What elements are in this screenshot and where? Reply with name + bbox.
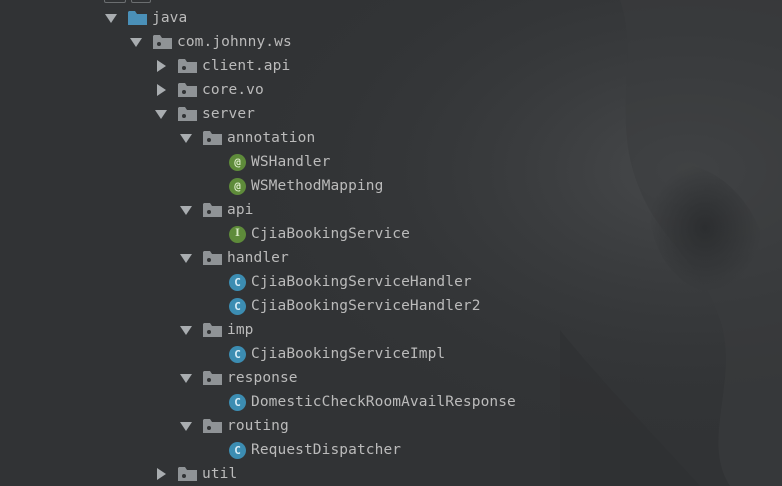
source-folder-icon (128, 11, 147, 25)
tree-node-routing[interactable]: routing (179, 414, 289, 438)
tree-node-label: WSMethodMapping (251, 178, 384, 194)
expand-arrow-icon[interactable] (179, 126, 193, 150)
annotation-icon: @ (229, 153, 246, 171)
expand-arrow-icon[interactable] (104, 6, 118, 30)
tree-node-label: com.johnny.ws (177, 34, 292, 50)
package-icon (178, 107, 197, 121)
tree-node-cjia-booking-service[interactable]: I CjiaBookingService (229, 222, 410, 246)
package-icon (203, 371, 222, 385)
interface-icon: I (229, 225, 246, 243)
tree-node-label: util (202, 466, 238, 482)
collapse-arrow-icon[interactable] (154, 462, 168, 486)
package-icon (203, 251, 222, 265)
tree-node-imp[interactable]: imp (179, 318, 254, 342)
tree-node-request-dispatcher[interactable]: C RequestDispatcher (229, 438, 401, 462)
annotation-icon: @ (229, 177, 246, 195)
tree-node-core-vo[interactable]: core.vo (154, 78, 264, 102)
tree-node-handler[interactable]: handler (179, 246, 289, 270)
class-icon: C (229, 393, 246, 411)
package-icon (153, 35, 172, 49)
tree-node-label: routing (227, 418, 289, 434)
tree-node-label: java (152, 10, 188, 26)
tree-stub-right (131, 0, 151, 3)
expand-arrow-icon[interactable] (179, 318, 193, 342)
tree-node-label: WSHandler (251, 154, 331, 170)
package-icon (178, 467, 197, 481)
tree-node-label: api (227, 202, 254, 218)
tree-node-label: CjiaBookingServiceImpl (251, 346, 446, 362)
tree-node-util[interactable]: util (154, 462, 237, 486)
expand-arrow-icon[interactable] (179, 246, 193, 270)
tree-node-label: server (202, 106, 255, 122)
project-tree: java com.johnny.ws client.api core.vo se… (0, 0, 782, 486)
tree-node-label: handler (227, 250, 289, 266)
class-icon: C (229, 297, 246, 315)
tree-node-label: annotation (227, 130, 316, 146)
tree-node-package-root[interactable]: com.johnny.ws (129, 30, 292, 54)
package-icon (178, 59, 197, 73)
collapse-arrow-icon[interactable] (154, 78, 168, 102)
package-icon (203, 419, 222, 433)
tree-node-label: client.api (202, 58, 291, 74)
collapse-arrow-icon[interactable] (154, 54, 168, 78)
tree-node-server[interactable]: server (154, 102, 255, 126)
tree-node-response[interactable]: response (179, 366, 298, 390)
tree-node-ws-method-mapping[interactable]: @ WSMethodMapping (229, 174, 383, 198)
package-icon (178, 83, 197, 97)
expand-arrow-icon[interactable] (179, 198, 193, 222)
tree-node-domestic-check-room-avail-response[interactable]: C DomesticCheckRoomAvailResponse (229, 390, 516, 414)
expand-arrow-icon[interactable] (129, 30, 143, 54)
tree-node-cjia-booking-service-handler[interactable]: C CjiaBookingServiceHandler (229, 270, 472, 294)
tree-node-label: CjiaBookingService (251, 226, 410, 242)
tree-node-label: response (227, 370, 298, 386)
class-icon: C (229, 441, 246, 459)
tree-node-cjia-booking-service-impl[interactable]: C CjiaBookingServiceImpl (229, 342, 445, 366)
expand-arrow-icon[interactable] (154, 102, 168, 126)
tree-node-label: DomesticCheckRoomAvailResponse (251, 394, 516, 410)
tree-node-annotation[interactable]: annotation (179, 126, 315, 150)
class-icon: C (229, 273, 246, 291)
expand-arrow-icon[interactable] (179, 414, 193, 438)
expand-arrow-icon[interactable] (179, 366, 193, 390)
tree-node-label: core.vo (202, 82, 264, 98)
package-icon (203, 323, 222, 337)
tree-node-client-api[interactable]: client.api (154, 54, 290, 78)
package-icon (203, 131, 222, 145)
tree-node-label: CjiaBookingServiceHandler (251, 274, 472, 290)
tree-node-label: CjiaBookingServiceHandler2 (251, 298, 481, 314)
tree-node-ws-handler[interactable]: @ WSHandler (229, 150, 330, 174)
tree-node-api[interactable]: api (179, 198, 254, 222)
tree-node-cjia-booking-service-handler2[interactable]: C CjiaBookingServiceHandler2 (229, 294, 481, 318)
tree-node-label: imp (227, 322, 254, 338)
package-icon (203, 203, 222, 217)
tree-node-java[interactable]: java (104, 6, 187, 30)
tree-stub-left (104, 0, 126, 3)
tree-node-label: RequestDispatcher (251, 442, 402, 458)
class-icon: C (229, 345, 246, 363)
